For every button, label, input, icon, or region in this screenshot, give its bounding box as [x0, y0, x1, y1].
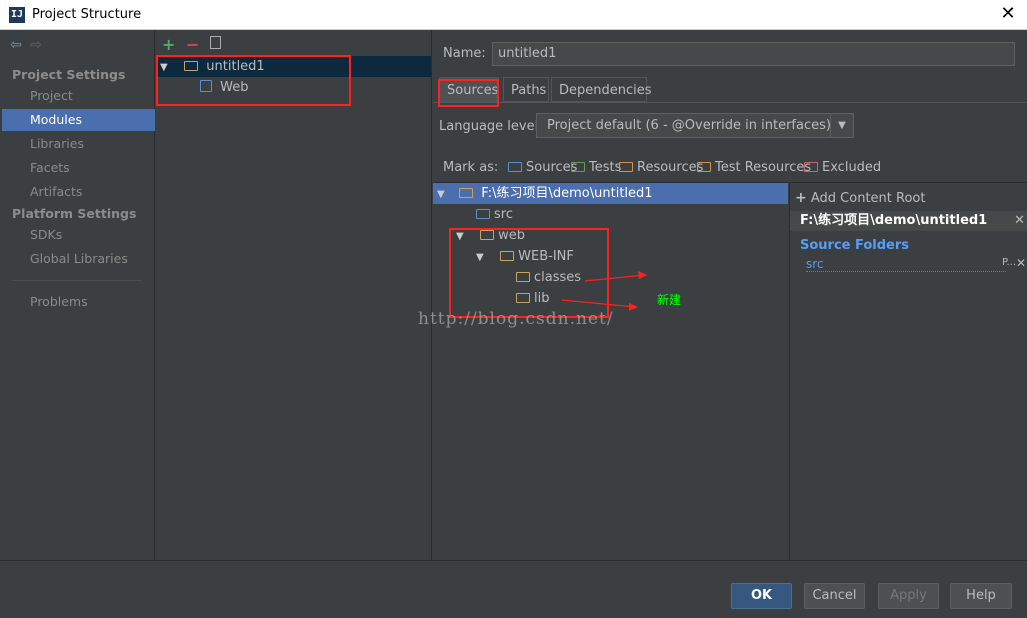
mark-resources-button[interactable]: Resources — [619, 160, 703, 175]
nav-item-sdks[interactable]: SDKs — [2, 224, 155, 246]
add-content-root-button[interactable]: + Add Content Root — [795, 190, 925, 206]
language-level-select[interactable]: Project default (6 - @Override in interf… — [536, 113, 854, 138]
chevron-down-icon[interactable]: ▼ — [830, 114, 853, 137]
nav-item-modules[interactable]: Modules — [2, 109, 155, 131]
test-resources-folder-icon — [697, 162, 711, 172]
add-content-root-label: Add Content Root — [810, 191, 926, 206]
history-arrows: ⇦ ⇨ — [10, 37, 46, 53]
section-platform-settings: Platform Settings — [12, 206, 137, 221]
help-button[interactable]: Help — [950, 583, 1012, 609]
mark-resources-label: Resources — [637, 160, 704, 175]
folder-icon — [459, 188, 474, 198]
tree-row-root[interactable]: ▼ F:\练习项目\demo\untitled1 — [433, 183, 788, 204]
nav-item-facets[interactable]: Facets — [2, 157, 155, 179]
module-name-input[interactable]: untitled1 — [492, 42, 1015, 66]
back-arrow-icon[interactable]: ⇦ — [10, 37, 26, 53]
content-root-path: F:\练习项目\demo\untitled1 — [800, 213, 988, 228]
mark-sources-label: Sources — [526, 160, 578, 175]
nav-item-libraries[interactable]: Libraries — [2, 133, 155, 155]
nav-item-global-libraries[interactable]: Global Libraries — [2, 248, 155, 270]
tree-row-src[interactable]: src — [476, 204, 513, 225]
language-level-value: Project default (6 - @Override in interf… — [547, 118, 831, 133]
nav-item-problems[interactable]: Problems — [2, 291, 155, 313]
package-prefix-icon[interactable]: P... — [1002, 257, 1016, 268]
remove-root-icon[interactable]: ✕ — [1014, 211, 1025, 231]
title-bar: IJ Project Structure ✕ — [0, 0, 1027, 30]
mark-as-label: Mark as: — [443, 160, 499, 175]
mark-sources-button[interactable]: Sources — [508, 160, 577, 175]
tab-paths[interactable]: Paths — [503, 77, 549, 102]
window-title: Project Structure — [32, 7, 142, 22]
dialog-button-bar: OK Cancel Apply Help — [0, 560, 1027, 618]
modules-panel: + − ▼ untitled1 Web — [156, 30, 432, 560]
tab-dependencies[interactable]: Dependencies — [551, 77, 652, 102]
plus-icon: + — [795, 190, 807, 206]
mark-test-resources-label: Test Resources — [715, 160, 812, 175]
apply-button[interactable]: Apply — [878, 583, 939, 609]
watermark-url: http://blog.csdn.net/ — [418, 309, 614, 329]
remove-icon[interactable]: − — [186, 35, 199, 54]
tests-folder-icon — [571, 162, 585, 172]
section-project-settings: Project Settings — [12, 67, 126, 82]
forward-arrow-icon[interactable]: ⇨ — [30, 37, 46, 53]
content-root-path-header: F:\练习项目\demo\untitled1 ✕ — [790, 211, 1027, 231]
tab-underline — [433, 102, 1027, 103]
intellij-app-icon: IJ — [9, 7, 25, 23]
mark-test-resources-button[interactable]: Test Resources — [697, 160, 811, 175]
excluded-folder-icon — [804, 162, 818, 172]
collapse-toggle-icon[interactable]: ▼ — [437, 184, 451, 205]
annotation-new-label: 新建 — [657, 293, 682, 307]
language-level-label: Language level: — [439, 119, 543, 134]
sources-folder-icon — [508, 162, 522, 172]
content-root-panel: + Add Content Root F:\练习项目\demo\untitled… — [789, 182, 1027, 561]
annotation-box-sources-tab — [438, 79, 499, 107]
copy-icon[interactable] — [210, 36, 221, 49]
nav-separator — [12, 280, 142, 281]
annotation-box-web-tree — [449, 228, 609, 318]
source-folder-entry[interactable]: src P... ✕ — [806, 256, 1026, 272]
mark-excluded-label: Excluded — [822, 160, 882, 175]
settings-navigation: ⇦ ⇨ Project Settings Project Modules Lib… — [0, 30, 155, 560]
resources-folder-icon — [619, 162, 633, 172]
name-label: Name: — [443, 46, 486, 61]
mark-tests-label: Tests — [589, 160, 622, 175]
close-icon[interactable]: ✕ — [997, 3, 1019, 25]
source-folders-heading: Source Folders — [800, 238, 910, 253]
nav-item-artifacts[interactable]: Artifacts — [2, 181, 155, 203]
source-folder-icon — [476, 209, 490, 219]
add-icon[interactable]: + — [162, 35, 175, 54]
nav-item-project[interactable]: Project — [2, 85, 155, 107]
annotation-box-module — [156, 55, 351, 106]
cancel-button[interactable]: Cancel — [804, 583, 865, 609]
mark-tests-button[interactable]: Tests — [571, 160, 621, 175]
tree-src-label: src — [494, 207, 513, 222]
tree-root-label: F:\练习项目\demo\untitled1 — [481, 186, 653, 201]
source-folder-entry-label: src — [806, 257, 824, 271]
remove-source-icon[interactable]: ✕ — [1016, 256, 1026, 270]
mark-excluded-button[interactable]: Excluded — [804, 160, 881, 175]
ok-button[interactable]: OK — [731, 583, 792, 609]
